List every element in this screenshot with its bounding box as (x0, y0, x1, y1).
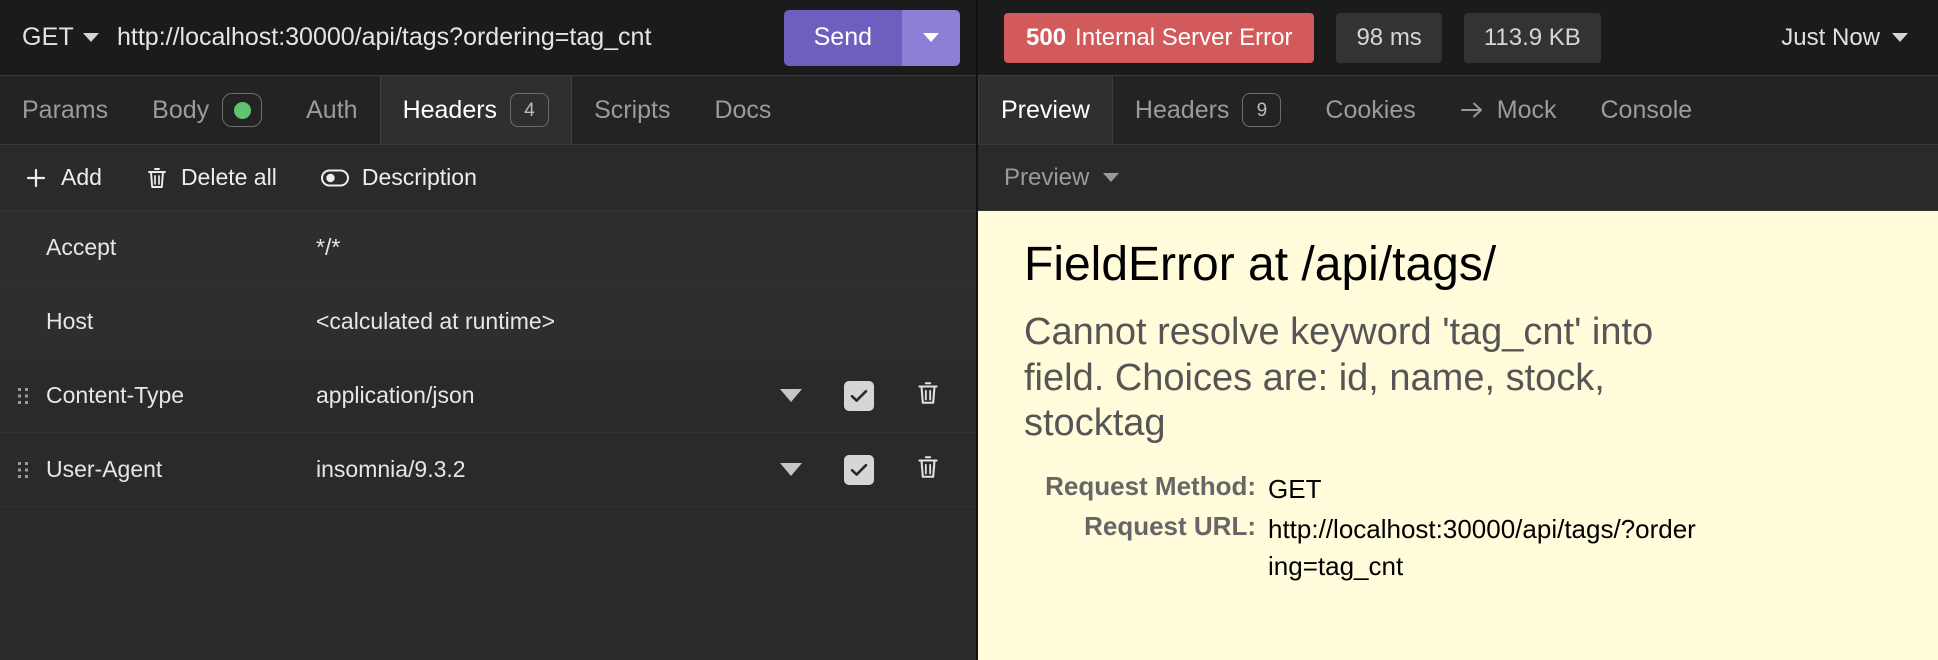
headers-count-badge: 4 (510, 93, 550, 127)
chevron-down-icon[interactable] (780, 389, 802, 402)
header-name: Accept (46, 234, 117, 260)
detail-label: Request Method: (1045, 470, 1256, 501)
header-enabled-checkbox[interactable] (844, 454, 874, 485)
chevron-down-icon[interactable] (1103, 173, 1120, 182)
response-size-badge: 113.9 KB (1463, 12, 1601, 63)
tab-label: Body (152, 95, 210, 124)
chevron-down-icon (923, 33, 939, 42)
header-name-input[interactable]: User-Agent (46, 456, 316, 483)
preview-mode-bar: Preview (978, 145, 1938, 211)
delete-all-headers-button[interactable]: Delete all (146, 164, 277, 191)
response-tab-strip: Preview Headers 9 Cookies Mock Console (978, 76, 1938, 145)
tab-docs[interactable]: Docs (692, 76, 793, 144)
table-row[interactable]: Content-Type application/json (0, 359, 976, 433)
action-label: Delete all (180, 164, 277, 190)
tab-label: Preview (1001, 95, 1090, 124)
method-select[interactable]: GET (22, 23, 99, 52)
action-label: Description (361, 164, 477, 190)
tab-headers[interactable]: Headers 4 (379, 76, 573, 144)
chevron-down-icon (83, 33, 99, 42)
tab-label: Headers (1134, 95, 1230, 124)
tab-scripts[interactable]: Scripts (572, 76, 692, 144)
response-status-bar: 500 Internal Server Error 98 ms 113.9 KB… (978, 0, 1938, 76)
tab-body[interactable]: Body (130, 76, 284, 144)
detail-label: Request URL: (1084, 511, 1256, 542)
tab-label: Cookies (1325, 95, 1416, 124)
error-message: Cannot resolve keyword 'tag_cnt' into fi… (1024, 311, 1654, 445)
send-button[interactable]: Send (783, 9, 902, 66)
headers-table: Accept */* Host <calculated at runtime> (0, 211, 976, 660)
trash-icon (146, 166, 168, 190)
tab-label: Scripts (594, 95, 671, 124)
send-options-button[interactable] (902, 9, 960, 66)
response-history-dropdown[interactable]: Just Now (1781, 24, 1916, 52)
error-title: FieldError at /api/tags/ (1024, 238, 1497, 291)
drag-handle-icon[interactable] (0, 460, 46, 480)
request-pane: GET http://localhost:30000/api/tags?orde… (0, 0, 978, 660)
header-value: <calculated at runtime> (316, 308, 556, 334)
preview-body: FieldError at /api/tags/ Cannot resolve … (978, 211, 1938, 660)
tab-preview[interactable]: Preview (978, 76, 1113, 144)
header-enabled-checkbox[interactable] (844, 380, 874, 411)
url-bar: GET http://localhost:30000/api/tags?orde… (0, 0, 976, 76)
detail-value: http://localhost:30000/api/tags/?orderin… (1268, 514, 1696, 581)
table-row: Host <calculated at runtime> (0, 285, 976, 359)
action-label: Add (61, 164, 102, 190)
body-present-indicator (222, 93, 263, 127)
tab-label: Headers (402, 95, 498, 124)
table-row: Request URL: http://localhost:30000/api/… (978, 509, 1698, 586)
delete-header-icon[interactable] (916, 380, 940, 412)
tab-cookies[interactable]: Cookies (1303, 76, 1437, 144)
error-detail-table: Request Method: GET Request URL: http://… (978, 469, 1698, 586)
arrow-right-icon (1460, 101, 1484, 119)
chevron-down-icon[interactable] (780, 463, 802, 476)
tab-label: Console (1600, 95, 1693, 124)
chevron-down-icon (1892, 33, 1908, 42)
status-badge[interactable]: 500 Internal Server Error (1004, 12, 1315, 63)
row-actions (780, 380, 976, 412)
table-row[interactable]: User-Agent insomnia/9.3.2 (0, 433, 976, 507)
tab-label: Auth (306, 95, 358, 124)
row-actions (780, 454, 976, 486)
status-text: Internal Server Error (1075, 23, 1293, 51)
tab-label: Docs (714, 95, 772, 124)
status-code: 500 (1026, 23, 1067, 51)
header-value-input[interactable]: insomnia/9.3.2 (316, 456, 780, 483)
headers-action-bar: Add Delete all Description (0, 145, 976, 211)
toggle-description-button[interactable]: Description (320, 164, 477, 191)
tab-auth[interactable]: Auth (284, 76, 379, 144)
tab-label: Mock (1496, 95, 1557, 124)
request-tab-strip: Params Body Auth Headers 4 Scripts Docs (0, 76, 976, 145)
header-value: */* (316, 234, 341, 260)
plus-icon (24, 166, 48, 190)
tab-response-headers[interactable]: Headers 9 (1113, 76, 1304, 144)
tab-params[interactable]: Params (0, 76, 130, 144)
timestamp-label: Just Now (1781, 23, 1880, 51)
header-value-input[interactable]: application/json (316, 382, 780, 409)
send-button-group: Send (783, 9, 960, 66)
header-name-input[interactable]: Content-Type (46, 382, 316, 409)
table-row: Request Method: GET (978, 469, 1698, 509)
add-header-button[interactable]: Add (24, 164, 102, 191)
tab-console[interactable]: Console (1578, 76, 1714, 144)
response-headers-count-badge: 9 (1242, 93, 1282, 127)
tab-mock[interactable]: Mock (1438, 76, 1579, 144)
response-time-badge: 98 ms (1336, 12, 1442, 63)
preview-mode-label[interactable]: Preview (1004, 164, 1089, 192)
method-label: GET (22, 23, 74, 51)
tab-label: Params (22, 95, 109, 124)
table-row: Accept */* (0, 211, 976, 285)
insomnia-window: GET http://localhost:30000/api/tags?orde… (0, 0, 1938, 660)
toggle-icon (320, 168, 349, 188)
header-name: Host (46, 308, 94, 334)
delete-header-icon[interactable] (916, 454, 940, 486)
detail-value: GET (1268, 473, 1322, 504)
drag-handle-icon[interactable] (0, 386, 46, 406)
response-pane: 500 Internal Server Error 98 ms 113.9 KB… (978, 0, 1938, 660)
url-input[interactable]: http://localhost:30000/api/tags?ordering… (117, 23, 784, 52)
